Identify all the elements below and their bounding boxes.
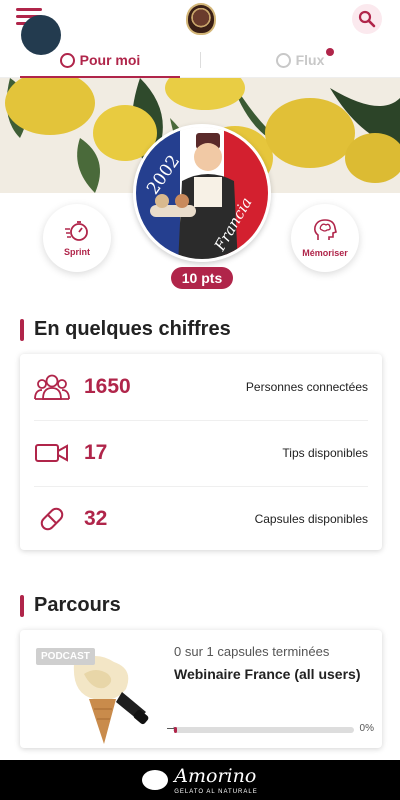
brain-head-icon [314,219,337,240]
podcast-badge: PODCAST [36,648,95,665]
avatar[interactable] [21,15,61,55]
amorino-logo: Amorino GELATO AL NATURALE [142,765,257,795]
stat-label: Capsules disponibles [254,512,368,526]
people-icon [34,374,70,400]
progress-bar [174,727,354,733]
memorize-label: Mémoriser [302,248,348,258]
stat-row-capsules: 32 Capsules disponibles [20,486,382,552]
stats-section-title: En quelques chiffres [20,318,231,341]
stats-card: 1650 Personnes connectées 17 Tips dispon… [20,354,382,550]
stat-value: 1650 [84,375,131,398]
feed-icon [275,52,291,68]
tab-bar: Pour moi Flux [0,42,400,79]
character-avatar[interactable]: 2002 Francia [133,124,271,262]
course-title: Webinaire France (all users) [174,666,361,682]
stat-label: Personnes connectées [245,380,368,394]
parcours-title: Parcours [34,594,121,616]
points-badge: 10 pts [171,267,233,289]
search-icon [358,10,376,28]
stats-title: En quelques chiffres [34,318,231,340]
tab-label: Pour moi [79,52,141,68]
title-accent-bar [20,594,24,617]
capsule-icon [40,507,64,531]
tab-label: Flux [295,52,325,68]
video-icon [35,444,68,462]
sprint-label: Sprint [64,247,90,257]
stat-row-tips: 17 Tips disponibles [20,420,382,486]
stat-row-connected: 1650 Personnes connectées [20,354,382,420]
brand-tagline: GELATO AL NATURALE [174,789,258,795]
parcours-section-title: Parcours [20,594,121,617]
memorize-button[interactable]: Mémoriser [291,204,359,272]
course-progress-text: 0 sur 1 capsules terminées [174,644,330,659]
stat-value: 32 [84,507,108,530]
stat-label: Tips disponibles [282,446,368,460]
sprint-button[interactable]: Sprint [43,204,111,272]
angel-logo-icon [142,770,169,790]
brand-logo [186,3,216,35]
user-circle-icon [59,52,75,68]
stopwatch-icon [65,221,88,241]
brand-footer: Amorino GELATO AL NATURALE [0,760,400,800]
stat-value: 17 [84,441,108,464]
brand-name: Amorino [174,765,257,787]
progress-fill [174,727,177,733]
title-accent-bar [20,318,24,341]
app-screen: Pour moi Flux 2002 Francia Sprint Mémori… [0,0,400,800]
notification-dot [326,48,334,56]
tab-flux[interactable]: Flux [200,42,400,78]
search-button[interactable] [352,4,382,34]
progress-percent: 0% [359,723,374,734]
course-card[interactable]: PODCAST → 0 sur 1 capsules terminées Web… [20,630,382,748]
